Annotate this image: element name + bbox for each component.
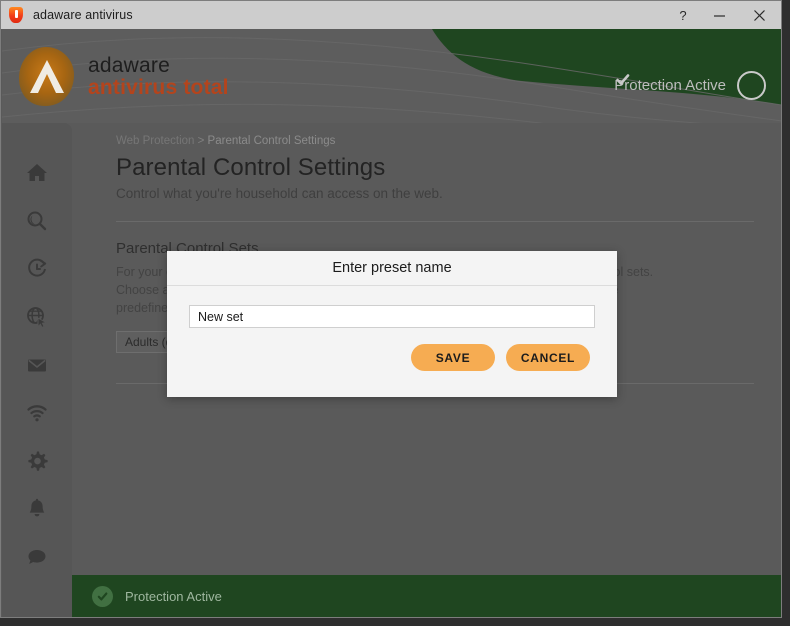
sidebar-item-home[interactable] (2, 149, 72, 197)
minimize-icon (713, 14, 725, 17)
app-root: adaware antivirus ? adaware antivirus to… (0, 0, 790, 626)
sidebar-navigation (2, 123, 72, 575)
save-button[interactable]: SAVE (411, 344, 495, 371)
search-icon (27, 211, 47, 231)
breadcrumb-parent[interactable]: Web Protection (116, 135, 194, 147)
close-icon (753, 9, 765, 21)
sidebar-item-web-protection[interactable] (2, 293, 72, 341)
breadcrumb-current: Parental Control Settings (207, 135, 336, 147)
app-header: adaware antivirus total Protection Activ… (2, 29, 781, 123)
breadcrumb-separator: > (197, 135, 205, 147)
gear-icon (28, 451, 48, 471)
enter-preset-name-dialog: Enter preset name SAVE CANCEL (167, 251, 617, 397)
shield-icon (9, 7, 25, 23)
sidebar-item-history[interactable] (2, 245, 72, 293)
sidebar-item-email[interactable] (2, 341, 72, 389)
globe-cursor-icon (27, 307, 48, 328)
statusbar-sidebar-gap (2, 575, 72, 617)
content-divider-top (116, 221, 754, 222)
wifi-icon (27, 405, 47, 422)
application-window: adaware antivirus ? adaware antivirus to… (0, 0, 782, 618)
logo-text-secondary: antivirus total (88, 76, 229, 99)
clock-history-icon (28, 258, 47, 277)
dialog-input-wrap (167, 286, 617, 328)
sidebar-item-network[interactable] (2, 389, 72, 437)
window-controls: ? (665, 1, 781, 29)
logo-text-primary: adaware (88, 53, 170, 77)
dialog-title: Enter preset name (167, 251, 617, 286)
close-button[interactable] (737, 1, 781, 29)
chat-bubble-icon (28, 550, 46, 564)
question-mark-icon: ? (679, 7, 687, 23)
breadcrumb: Web Protection > Parental Control Settin… (116, 135, 768, 147)
bell-icon (29, 498, 45, 517)
sidebar-item-scan[interactable] (2, 197, 72, 245)
preset-name-input[interactable] (189, 305, 595, 328)
page-subtitle: Control what you're household can access… (116, 186, 443, 201)
help-button[interactable]: ? (665, 1, 701, 29)
sidebar-item-support[interactable] (2, 533, 72, 581)
brand-logo: adaware antivirus total (16, 43, 246, 111)
cancel-button[interactable]: CANCEL (506, 344, 590, 371)
status-bar-label: Protection Active (125, 589, 222, 604)
minimize-button[interactable] (701, 1, 737, 29)
check-circle-filled-icon (92, 586, 113, 607)
dialog-actions: SAVE CANCEL (167, 328, 617, 371)
sidebar-item-settings[interactable] (2, 437, 72, 485)
home-icon (27, 164, 47, 181)
header-protection-status: Protection Active (614, 71, 766, 100)
adaware-logo-icon (16, 45, 78, 109)
check-circle-icon (616, 71, 766, 100)
window-title: adaware antivirus (33, 8, 133, 22)
sidebar-item-notifications[interactable] (2, 485, 72, 533)
title-bar: adaware antivirus ? (1, 1, 781, 29)
status-bar: Protection Active (72, 575, 781, 617)
envelope-icon (28, 359, 46, 372)
page-title: Parental Control Settings (116, 154, 386, 181)
